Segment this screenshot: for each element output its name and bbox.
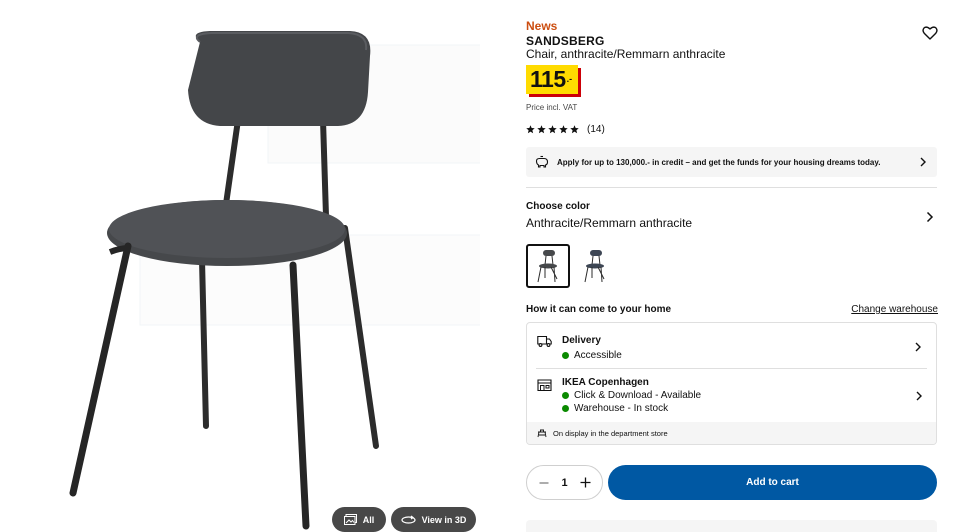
price-suffix: .- (566, 74, 573, 84)
divider (526, 187, 937, 188)
bottom-panel-edge (526, 520, 937, 532)
color-swatch-selected[interactable] (526, 244, 570, 288)
quantity-stepper[interactable]: 1 (526, 465, 603, 500)
minus-icon (539, 481, 549, 484)
quantity-value[interactable]: 1 (561, 477, 567, 489)
price-note: Price incl. VAT (526, 103, 578, 112)
rating-count: (14) (587, 124, 605, 135)
product-name: SANDSBERG (526, 34, 605, 48)
piggy-bank-icon (535, 155, 549, 168)
view-in-3d-button[interactable]: View in 3D (391, 507, 476, 532)
rating[interactable]: (14) (526, 124, 605, 135)
chevron-right-icon (915, 342, 921, 352)
delivery-status: Accessible (562, 350, 622, 361)
credit-banner[interactable]: Apply for up to 130,000.- in credit – an… (526, 147, 937, 177)
warehouse-status-text: Warehouse - In stock (574, 403, 669, 414)
click-download-status: Click & Download - Available (562, 390, 701, 401)
display-note-row: On display in the department store (527, 422, 936, 444)
truck-icon (537, 335, 552, 347)
chevron-right-icon[interactable] (925, 211, 934, 223)
selected-color-value[interactable]: Anthracite/Remmarn anthracite (526, 216, 692, 230)
display-icon (537, 429, 547, 437)
view-all-label: All (362, 514, 375, 525)
store-row[interactable]: IKEA Copenhagen Click & Download - Avail… (536, 368, 927, 423)
price-tag: 115 .- (526, 65, 579, 94)
change-warehouse-link[interactable]: Change warehouse (851, 304, 938, 315)
fulfilment-heading: How it can come to your home (526, 304, 672, 315)
display-note-text: On display in the department store (553, 428, 668, 438)
availability-dot (562, 405, 569, 412)
store-icon (537, 379, 552, 392)
delivery-row[interactable]: Delivery Accessible (527, 323, 936, 367)
plus-icon (580, 477, 590, 488)
availability-dot (562, 392, 569, 399)
gallery-icon (343, 514, 357, 525)
view-all-images-button[interactable]: All (332, 507, 386, 532)
product-description: Chair, anthracite/Remmarn anthracite (526, 47, 726, 61)
delivery-status-text: Accessible (574, 350, 622, 361)
3d-rotate-icon (400, 515, 416, 524)
chair-product-image[interactable] (40, 20, 480, 532)
heart-icon[interactable] (922, 25, 938, 41)
star-icon (570, 125, 579, 134)
click-download-text: Click & Download - Available (574, 390, 702, 401)
star-icon (559, 125, 568, 134)
availability-dot (562, 352, 569, 359)
credit-banner-text: Apply for up to 130,000.- in credit – an… (557, 157, 881, 167)
chevron-right-icon (920, 157, 926, 167)
chair-thumbnail (584, 250, 605, 283)
news-badge: News (526, 19, 558, 33)
color-swatch-alternative[interactable] (573, 244, 617, 288)
decrease-quantity-button[interactable] (538, 477, 550, 489)
add-to-cart-label: Add to cart (746, 477, 799, 488)
delivery-title: Delivery (562, 335, 601, 346)
star-icon (537, 125, 546, 134)
star-icon (526, 125, 535, 134)
product-gallery: All View in 3D (0, 0, 510, 532)
fulfilment-box: Delivery Accessible IKEA Copenhagen Clic… (526, 322, 937, 445)
chevron-right-icon (916, 391, 922, 401)
choose-color-label: Choose color (526, 201, 590, 212)
add-to-cart-button[interactable]: Add to cart (608, 465, 937, 500)
star-icon (548, 125, 557, 134)
price-integer: 115 (530, 66, 566, 92)
store-title: IKEA Copenhagen (562, 377, 649, 388)
view-in-3d-label: View in 3D (421, 514, 467, 525)
warehouse-status: Warehouse - In stock (562, 403, 668, 414)
product-info-panel: News SANDSBERG Chair, anthracite/Remmarn… (526, 0, 938, 532)
chair-thumbnail (537, 250, 558, 283)
increase-quantity-button[interactable] (579, 477, 591, 489)
